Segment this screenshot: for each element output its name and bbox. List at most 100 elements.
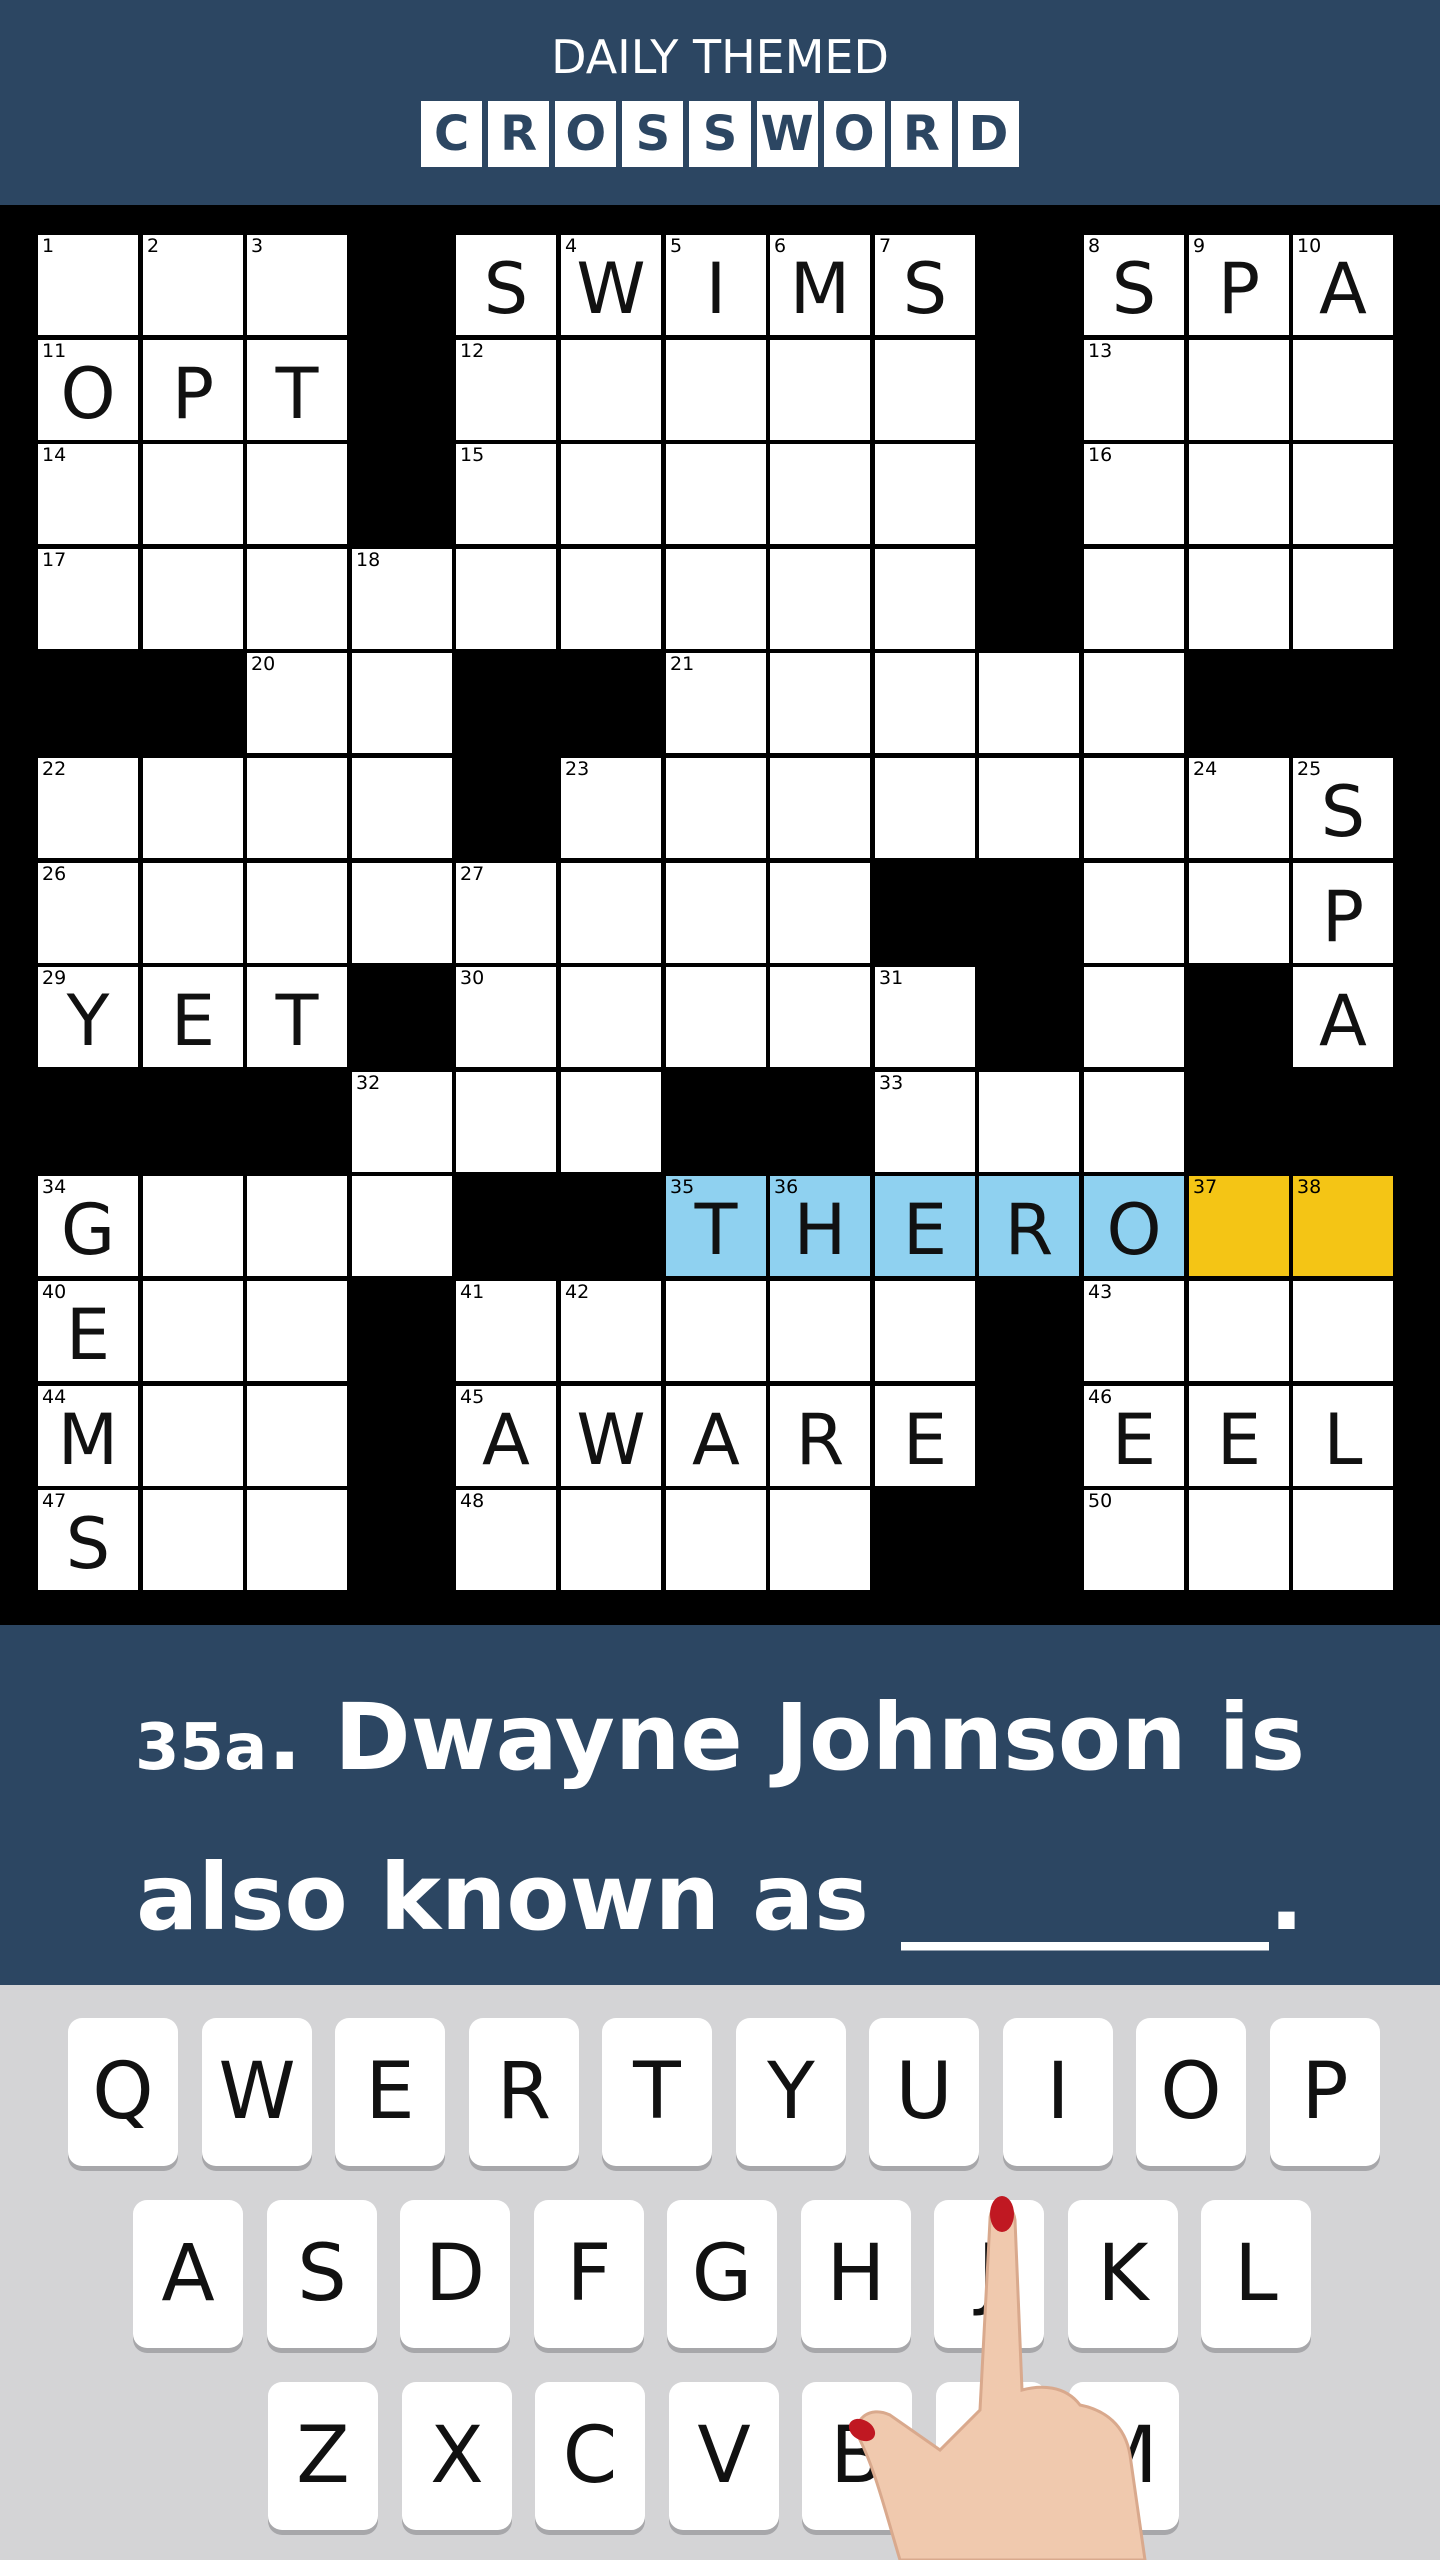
key-y[interactable]: Y [736,2018,846,2166]
grid-cell[interactable] [666,758,766,858]
grid-cell[interactable]: 26 [38,863,138,963]
grid-cell[interactable] [1189,1490,1289,1590]
grid-cell[interactable]: 24 [1189,758,1289,858]
grid-cell[interactable] [979,653,1079,753]
grid-cell[interactable]: 1 [38,235,138,335]
grid-cell[interactable] [561,1490,661,1590]
grid-cell[interactable]: 15 [456,444,556,544]
grid-cell[interactable]: 3 [247,235,347,335]
key-a[interactable]: A [133,2200,243,2348]
grid-cell[interactable]: 31 [875,967,975,1067]
grid-cell-highlighted[interactable]: 35 T [666,1176,766,1276]
grid-cell[interactable] [1293,549,1393,649]
grid-cell-highlighted[interactable]: O [1084,1176,1184,1276]
grid-cell[interactable]: 16 [1084,444,1184,544]
grid-cell[interactable] [770,1490,870,1590]
grid-cell[interactable]: 44 M [38,1386,138,1486]
grid-cell[interactable]: A [666,1386,766,1486]
grid-cell[interactable]: 45 A [456,1386,556,1486]
grid-cell[interactable] [352,1176,452,1276]
grid-cell[interactable] [247,444,347,544]
grid-cell[interactable] [979,1072,1079,1172]
grid-cell[interactable] [770,444,870,544]
key-e[interactable]: E [335,2018,445,2166]
grid-cell[interactable] [1189,444,1289,544]
grid-cell[interactable] [666,340,766,440]
grid-cell[interactable] [875,758,975,858]
grid-cell[interactable] [770,340,870,440]
grid-cell[interactable] [770,653,870,753]
grid-cell[interactable] [247,1176,347,1276]
grid-cell-highlighted[interactable]: 36 H [770,1176,870,1276]
grid-cell[interactable] [143,1281,243,1381]
grid-cell[interactable] [1084,549,1184,649]
grid-cell[interactable]: 27 [456,863,556,963]
grid-cell[interactable]: P [1293,863,1393,963]
grid-cell[interactable] [1084,1072,1184,1172]
key-q[interactable]: Q [68,2018,178,2166]
grid-cell[interactable]: A [1293,967,1393,1067]
grid-cell[interactable] [1084,758,1184,858]
grid-cell[interactable] [1084,653,1184,753]
grid-cell-highlighted[interactable]: R [979,1176,1079,1276]
grid-cell[interactable] [770,1281,870,1381]
grid-cell[interactable] [561,863,661,963]
grid-cell[interactable]: 22 [38,758,138,858]
grid-cell[interactable]: 10 A [1293,235,1393,335]
grid-cell[interactable]: S [456,235,556,335]
grid-cell[interactable] [247,1490,347,1590]
grid-cell[interactable]: E [875,1386,975,1486]
grid-cell[interactable]: T [247,967,347,1067]
grid-cell[interactable] [352,863,452,963]
key-f[interactable]: F [534,2200,644,2348]
key-i[interactable]: I [1003,2018,1113,2166]
grid-cell[interactable] [456,1072,556,1172]
key-x[interactable]: X [402,2382,512,2530]
grid-cell[interactable]: 34 G [38,1176,138,1276]
grid-cell[interactable] [143,549,243,649]
grid-cell[interactable] [247,863,347,963]
grid-cell[interactable]: L [1293,1386,1393,1486]
grid-cell[interactable] [561,1072,661,1172]
grid-cell[interactable]: 46 E [1084,1386,1184,1486]
grid-cell[interactable] [1084,967,1184,1067]
grid-cell[interactable]: 11 O [38,340,138,440]
grid-cell[interactable] [1084,863,1184,963]
grid-cell[interactable]: 2 [143,235,243,335]
grid-cell[interactable] [1189,549,1289,649]
grid-cell[interactable]: 13 [1084,340,1184,440]
grid-cell[interactable] [770,549,870,649]
grid-cell[interactable]: 5I [666,235,766,335]
grid-cell[interactable]: R [770,1386,870,1486]
grid-cell[interactable] [1293,1490,1393,1590]
grid-cell[interactable] [875,444,975,544]
grid-cell[interactable] [1293,340,1393,440]
grid-cell[interactable]: 12 [456,340,556,440]
grid-cell[interactable] [666,1281,766,1381]
grid-cell[interactable]: 18 [352,549,452,649]
grid-cell[interactable] [979,758,1079,858]
grid-cell[interactable] [561,444,661,544]
grid-cell[interactable] [143,758,243,858]
grid-cell[interactable]: 50 [1084,1490,1184,1590]
grid-cell[interactable]: 47 S [38,1490,138,1590]
grid-cell[interactable] [1189,1281,1289,1381]
grid-cell[interactable] [352,758,452,858]
grid-cell[interactable] [352,653,452,753]
grid-cell[interactable]: 6M [770,235,870,335]
key-t[interactable]: T [602,2018,712,2166]
grid-cell[interactable] [875,1281,975,1381]
key-z[interactable]: Z [268,2382,378,2530]
grid-cell[interactable]: 48 [456,1490,556,1590]
grid-cell[interactable]: P [143,340,243,440]
grid-cell[interactable] [143,863,243,963]
grid-cell[interactable] [875,653,975,753]
grid-cell[interactable]: 17 [38,549,138,649]
grid-cell[interactable] [561,549,661,649]
grid-cell[interactable] [143,1490,243,1590]
grid-cell[interactable] [561,967,661,1067]
grid-cell[interactable] [875,340,975,440]
grid-cell[interactable] [1293,1281,1393,1381]
key-o[interactable]: O [1136,2018,1246,2166]
grid-cell[interactable] [666,967,766,1067]
